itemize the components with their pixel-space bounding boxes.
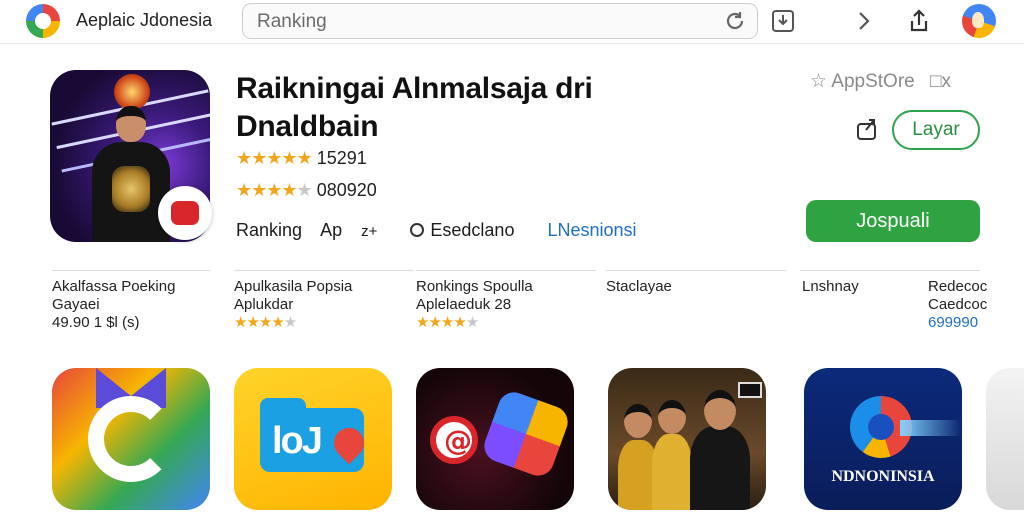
meta-ranking: Ranking — [236, 220, 303, 240]
rating-row-2: ★★★★★ 080920 — [236, 180, 377, 201]
page-title: Raikningai Alnmalsaja dri Dnaldbain — [236, 70, 656, 146]
search-input[interactable]: Ranking — [242, 3, 758, 39]
developer-icon — [410, 223, 425, 237]
star-rating-icon: ★★★★★ — [416, 314, 479, 331]
tile-app-indonesia-icon[interactable]: NDNONINSIA — [804, 368, 962, 510]
avatar[interactable] — [962, 4, 996, 38]
share-icon[interactable] — [906, 8, 932, 34]
hero-badge-icon — [158, 186, 212, 240]
share-icon[interactable] — [854, 116, 880, 142]
rating-count: 15291 — [316, 148, 367, 168]
category-column[interactable]: Akalfassa Poeking Gayaei 49.90 1 $l (s) — [52, 278, 175, 332]
category-column[interactable]: Ronkings Spoulla Aplelaeduk 28 ★★★★★ — [416, 278, 533, 332]
top-bar: Aeplaic Jdonesia Ranking — [0, 0, 1024, 44]
tile-app-chrome-icon[interactable] — [52, 368, 210, 510]
search-value: Ranking — [257, 11, 327, 32]
tile-app-folder-icon[interactable]: loJ — [234, 368, 392, 510]
category-column[interactable]: Apulkasila Popsia Aplukdar ★★★★★ — [234, 278, 352, 332]
category-column[interactable]: Lnshnay — [802, 278, 859, 296]
rating-row-1: ★★★★★ 15291 — [236, 148, 367, 169]
reload-icon[interactable] — [723, 9, 747, 33]
app-logo-icon[interactable] — [26, 4, 60, 38]
tile-app-partial-icon[interactable] — [986, 368, 1024, 510]
meta-link[interactable]: LNesnionsi — [547, 220, 636, 240]
chevron-right-icon[interactable] — [850, 8, 876, 34]
meta-row: Ranking Ap z+ Esedclano LNesnionsi — [236, 220, 651, 241]
category-column[interactable]: Staclayae — [606, 278, 672, 296]
divider — [416, 270, 596, 271]
star-rating-icon: ★★★★★ — [236, 180, 313, 200]
divider — [52, 270, 210, 271]
divider — [800, 270, 980, 271]
rating-count: 080920 — [316, 180, 377, 200]
divider — [234, 270, 414, 271]
download-icon[interactable] — [770, 8, 796, 34]
layar-button[interactable]: Layar — [892, 110, 980, 150]
meta-developer[interactable]: Esedclano — [410, 220, 528, 240]
star-rating-icon: ★★★★★ — [236, 148, 313, 168]
star-rating-icon: ★★★★★ — [234, 314, 297, 331]
page-title-line2: Dnaldbain — [236, 110, 379, 143]
appstore-label[interactable]: ☆ AppStOre □x — [810, 70, 951, 93]
category-column[interactable]: Redecoc Caedcoc 699990 — [928, 278, 987, 332]
divider — [606, 270, 786, 271]
star-outline-icon: ☆ — [810, 71, 828, 92]
meta-ap: Ap z+ — [320, 220, 378, 240]
get-button[interactable]: Jospuali — [806, 200, 980, 242]
app-title: Aeplaic Jdonesia — [76, 10, 213, 30]
tile-app-group-icon[interactable] — [608, 368, 766, 510]
page-title-line1: Raikningai Alnmalsaja dri — [236, 72, 593, 105]
tile-app-at-icon[interactable] — [416, 368, 574, 510]
